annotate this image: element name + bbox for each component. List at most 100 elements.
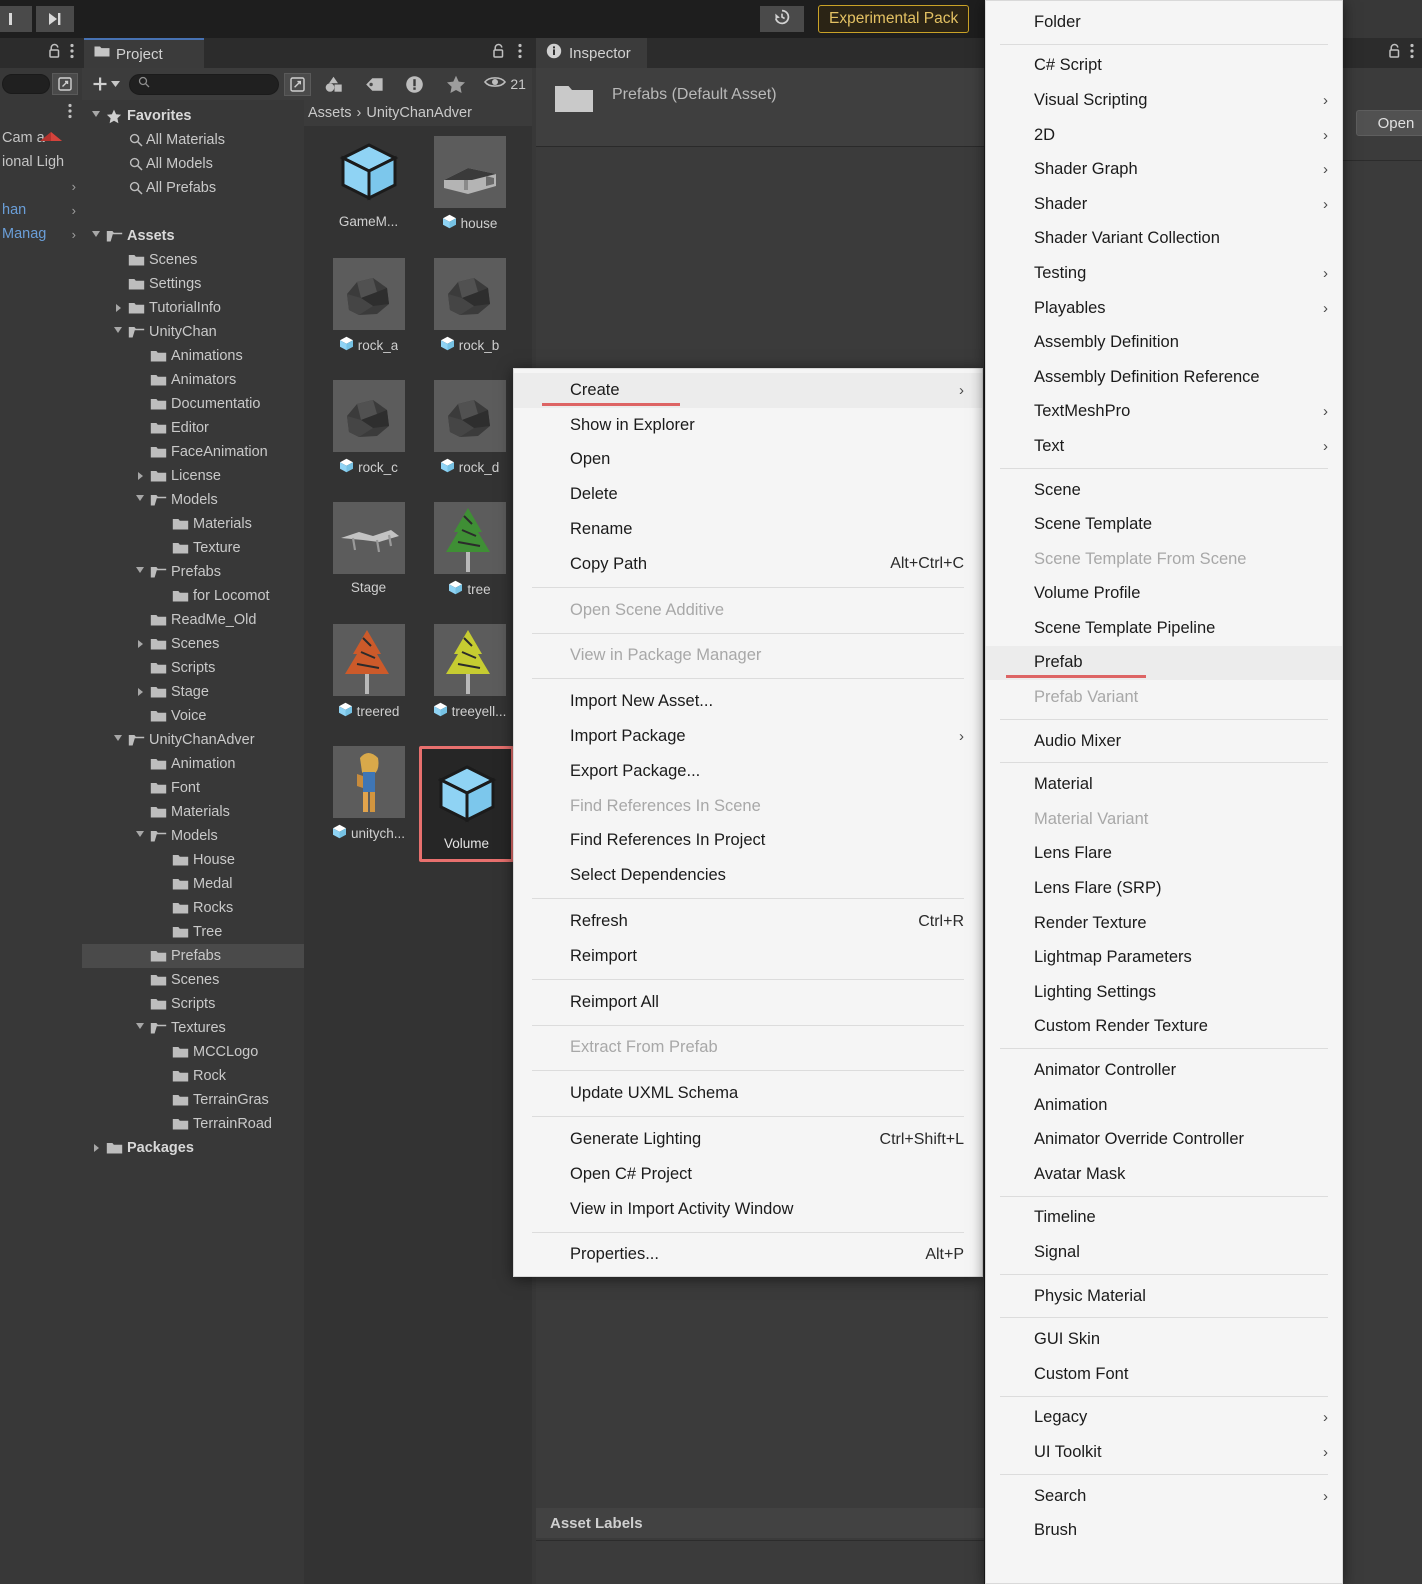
menu-item-scene-template-pipeline[interactable]: Scene Template Pipeline <box>986 611 1342 646</box>
create-asset-dropdown[interactable] <box>88 73 124 95</box>
tree-item-animation[interactable]: Animation <box>82 752 304 776</box>
tree-item-rocks[interactable]: Rocks <box>82 896 304 920</box>
menu-item-open-c-project[interactable]: Open C# Project <box>514 1157 982 1192</box>
tree-item-terraingras[interactable]: TerrainGras <box>82 1088 304 1112</box>
tree-item-animations[interactable]: Animations <box>82 344 304 368</box>
twisty-open-icon[interactable] <box>88 111 104 121</box>
hierarchy-item[interactable]: Manag › <box>0 222 82 246</box>
tab-project[interactable]: Project <box>84 38 204 68</box>
lock-icon[interactable] <box>1388 43 1402 64</box>
menu-item-create[interactable]: Create› <box>514 373 982 408</box>
twisty-closed-icon[interactable] <box>132 688 148 696</box>
tree-item-all-models[interactable]: All Models <box>82 152 304 176</box>
tree-item-tutorialinfo[interactable]: TutorialInfo <box>82 296 304 320</box>
menu-item-physic-material[interactable]: Physic Material <box>986 1279 1342 1314</box>
breadcrumb-segment[interactable]: Assets <box>308 105 352 121</box>
menu-item-import-new-asset[interactable]: Import New Asset... <box>514 684 982 719</box>
twisty-open-icon[interactable] <box>132 495 148 505</box>
tree-item-models[interactable]: Models <box>82 824 304 848</box>
tree-item-medal[interactable]: Medal <box>82 872 304 896</box>
menu-item-refresh[interactable]: RefreshCtrl+R <box>514 904 982 939</box>
tree-item-scenes[interactable]: Scenes <box>82 632 304 656</box>
tree-item-readme-old[interactable]: ReadMe_Old <box>82 608 304 632</box>
asset-count-indicator[interactable]: 21 <box>478 75 526 94</box>
lock-icon[interactable] <box>48 43 62 64</box>
hierarchy-expand-icon[interactable] <box>52 73 78 95</box>
project-menu-icon[interactable] <box>518 43 522 64</box>
tree-item-license[interactable]: License <box>82 464 304 488</box>
tree-item-voice[interactable]: Voice <box>82 704 304 728</box>
menu-item-search[interactable]: Search› <box>986 1479 1342 1514</box>
menu-item-c-script[interactable]: C# Script <box>986 49 1342 84</box>
menu-item-animator-controller[interactable]: Animator Controller <box>986 1053 1342 1088</box>
menu-item-delete[interactable]: Delete <box>514 477 982 512</box>
search-input[interactable] <box>129 74 279 95</box>
asset-item[interactable]: rock_b <box>419 258 520 376</box>
tree-item-all-prefabs[interactable]: All Prefabs <box>82 176 304 200</box>
tree-item-stage[interactable]: Stage <box>82 680 304 704</box>
tree-item-editor[interactable]: Editor <box>82 416 304 440</box>
twisty-open-icon[interactable] <box>132 567 148 577</box>
tree-item-models[interactable]: Models <box>82 488 304 512</box>
search-expand-icon[interactable] <box>284 73 311 96</box>
menu-item-reimport-all[interactable]: Reimport All <box>514 985 982 1020</box>
tree-item-unitychan[interactable]: UnityChan <box>82 320 304 344</box>
menu-item-2d[interactable]: 2D› <box>986 118 1342 153</box>
breadcrumb-segment[interactable]: UnityChanAdver <box>366 105 472 121</box>
menu-item-update-uxml-schema[interactable]: Update UXML Schema <box>514 1076 982 1111</box>
tree-item-materials[interactable]: Materials <box>82 800 304 824</box>
menu-item-lens-flare[interactable]: Lens Flare <box>986 837 1342 872</box>
menu-item-scene-template[interactable]: Scene Template <box>986 507 1342 542</box>
menu-item-assembly-definition-reference[interactable]: Assembly Definition Reference <box>986 360 1342 395</box>
open-button[interactable]: Open <box>1356 110 1422 136</box>
menu-item-shader[interactable]: Shader› <box>986 187 1342 222</box>
tree-item-scenes[interactable]: Scenes <box>82 968 304 992</box>
chevron-right-icon[interactable]: › <box>72 179 76 194</box>
menu-item-animation[interactable]: Animation <box>986 1088 1342 1123</box>
menu-item-reimport[interactable]: Reimport <box>514 939 982 974</box>
asset-item[interactable]: tree <box>419 502 520 620</box>
menu-item-select-dependencies[interactable]: Select Dependencies <box>514 858 982 893</box>
warning-filter-icon[interactable] <box>397 71 433 97</box>
menu-item-shader-variant-collection[interactable]: Shader Variant Collection <box>986 222 1342 257</box>
menu-item-custom-render-texture[interactable]: Custom Render Texture <box>986 1010 1342 1045</box>
tree-item-rock[interactable]: Rock <box>82 1064 304 1088</box>
asset-item[interactable]: rock_d <box>419 380 520 498</box>
tree-item-texture[interactable]: Texture <box>82 536 304 560</box>
asset-item[interactable]: treered <box>318 624 419 742</box>
menu-item-audio-mixer[interactable]: Audio Mixer <box>986 724 1342 759</box>
tree-item-favorites[interactable]: Favorites <box>82 104 304 128</box>
menu-item-avatar-mask[interactable]: Avatar Mask <box>986 1157 1342 1192</box>
menu-item-shader-graph[interactable]: Shader Graph› <box>986 152 1342 187</box>
twisty-open-icon[interactable] <box>110 735 126 745</box>
asset-item[interactable]: treeyell... <box>419 624 520 742</box>
twisty-open-icon[interactable] <box>88 231 104 241</box>
asset-item[interactable]: GameM... <box>318 136 419 254</box>
menu-item-signal[interactable]: Signal <box>986 1235 1342 1270</box>
models-filter-icon[interactable] <box>316 71 352 97</box>
tree-item-unitychanadver[interactable]: UnityChanAdver <box>82 728 304 752</box>
menu-item-volume-profile[interactable]: Volume Profile <box>986 577 1342 612</box>
menu-item-show-in-explorer[interactable]: Show in Explorer <box>514 408 982 443</box>
asset-item[interactable]: unitych... <box>318 746 419 864</box>
tree-item-materials[interactable]: Materials <box>82 512 304 536</box>
hierarchy-item[interactable]: ional Ligh <box>0 150 82 174</box>
tree-item-documentatio[interactable]: Documentatio <box>82 392 304 416</box>
twisty-open-icon[interactable] <box>132 1023 148 1033</box>
tree-item-prefabs[interactable]: Prefabs <box>82 944 304 968</box>
menu-item-generate-lighting[interactable]: Generate LightingCtrl+Shift+L <box>514 1122 982 1157</box>
tree-item-prefabs[interactable]: Prefabs <box>82 560 304 584</box>
step-button[interactable] <box>36 6 74 32</box>
tree-item-faceanimation[interactable]: FaceAnimation <box>82 440 304 464</box>
tree-item-mcclogo[interactable]: MCCLogo <box>82 1040 304 1064</box>
hierarchy-item[interactable]: han › <box>0 198 82 222</box>
menu-item-folder[interactable]: Folder <box>986 5 1342 40</box>
asset-item[interactable]: Volume <box>419 746 514 862</box>
experimental-package-badge[interactable]: Experimental Pack <box>818 5 969 33</box>
lock-icon[interactable] <box>492 43 506 64</box>
menu-item-timeline[interactable]: Timeline <box>986 1201 1342 1236</box>
asset-item[interactable]: Stage <box>318 502 419 620</box>
menu-item-custom-font[interactable]: Custom Font <box>986 1357 1342 1392</box>
menu-item-material[interactable]: Material <box>986 767 1342 802</box>
menu-item-animator-override-controller[interactable]: Animator Override Controller <box>986 1122 1342 1157</box>
